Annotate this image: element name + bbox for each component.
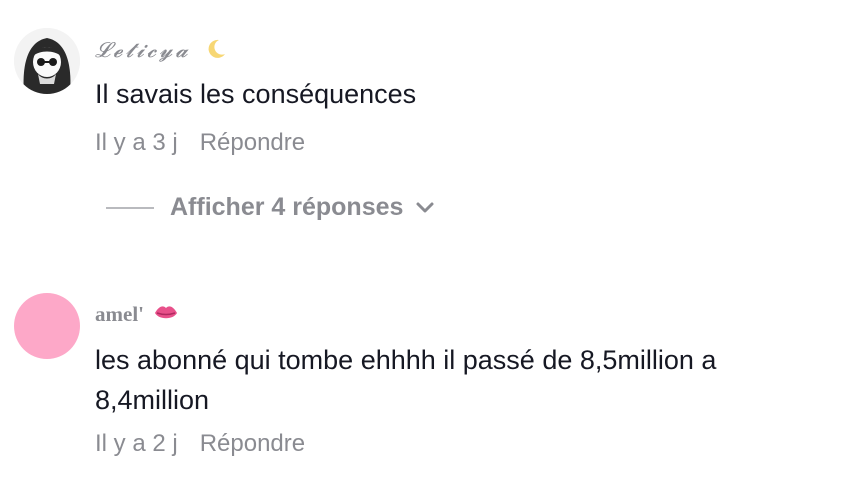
- username-text: amel': [95, 302, 144, 326]
- comment-time: Il y a 2 j: [95, 430, 178, 457]
- divider-line: [106, 206, 154, 209]
- username[interactable]: amel': [95, 302, 179, 329]
- username-text: 𝓛𝓮𝓽𝓲𝓬𝔂𝓪: [95, 38, 191, 62]
- lips-icon: [153, 303, 179, 329]
- avatar[interactable]: [14, 28, 80, 94]
- view-replies-button[interactable]: Afficher 4 réponses: [106, 193, 435, 222]
- avatar[interactable]: [14, 293, 80, 359]
- comment-meta: Il y a 2 j Répondre: [95, 430, 305, 458]
- comment-meta: Il y a 3 j Répondre: [95, 129, 305, 157]
- chevron-down-icon: [415, 193, 435, 222]
- crescent-moon-icon: [204, 37, 228, 66]
- view-replies-label: Afficher 4 réponses: [170, 193, 404, 221]
- comment-text: les abonné qui tombe ehhhh il passé de 8…: [95, 345, 717, 415]
- reply-button[interactable]: Répondre: [200, 430, 305, 457]
- comment-item: amel' les abonné qui tombe ehhhh il pass…: [0, 270, 852, 486]
- comment-time: Il y a 3 j: [95, 129, 178, 156]
- reply-button[interactable]: Répondre: [200, 129, 305, 156]
- username[interactable]: 𝓛𝓮𝓽𝓲𝓬𝔂𝓪: [95, 37, 228, 66]
- comment-item: 𝓛𝓮𝓽𝓲𝓬𝔂𝓪 Il savais les conséquences Il y …: [0, 0, 852, 260]
- avatar-illustration-icon: [14, 28, 80, 94]
- comment-text: Il savais les conséquences: [95, 79, 417, 109]
